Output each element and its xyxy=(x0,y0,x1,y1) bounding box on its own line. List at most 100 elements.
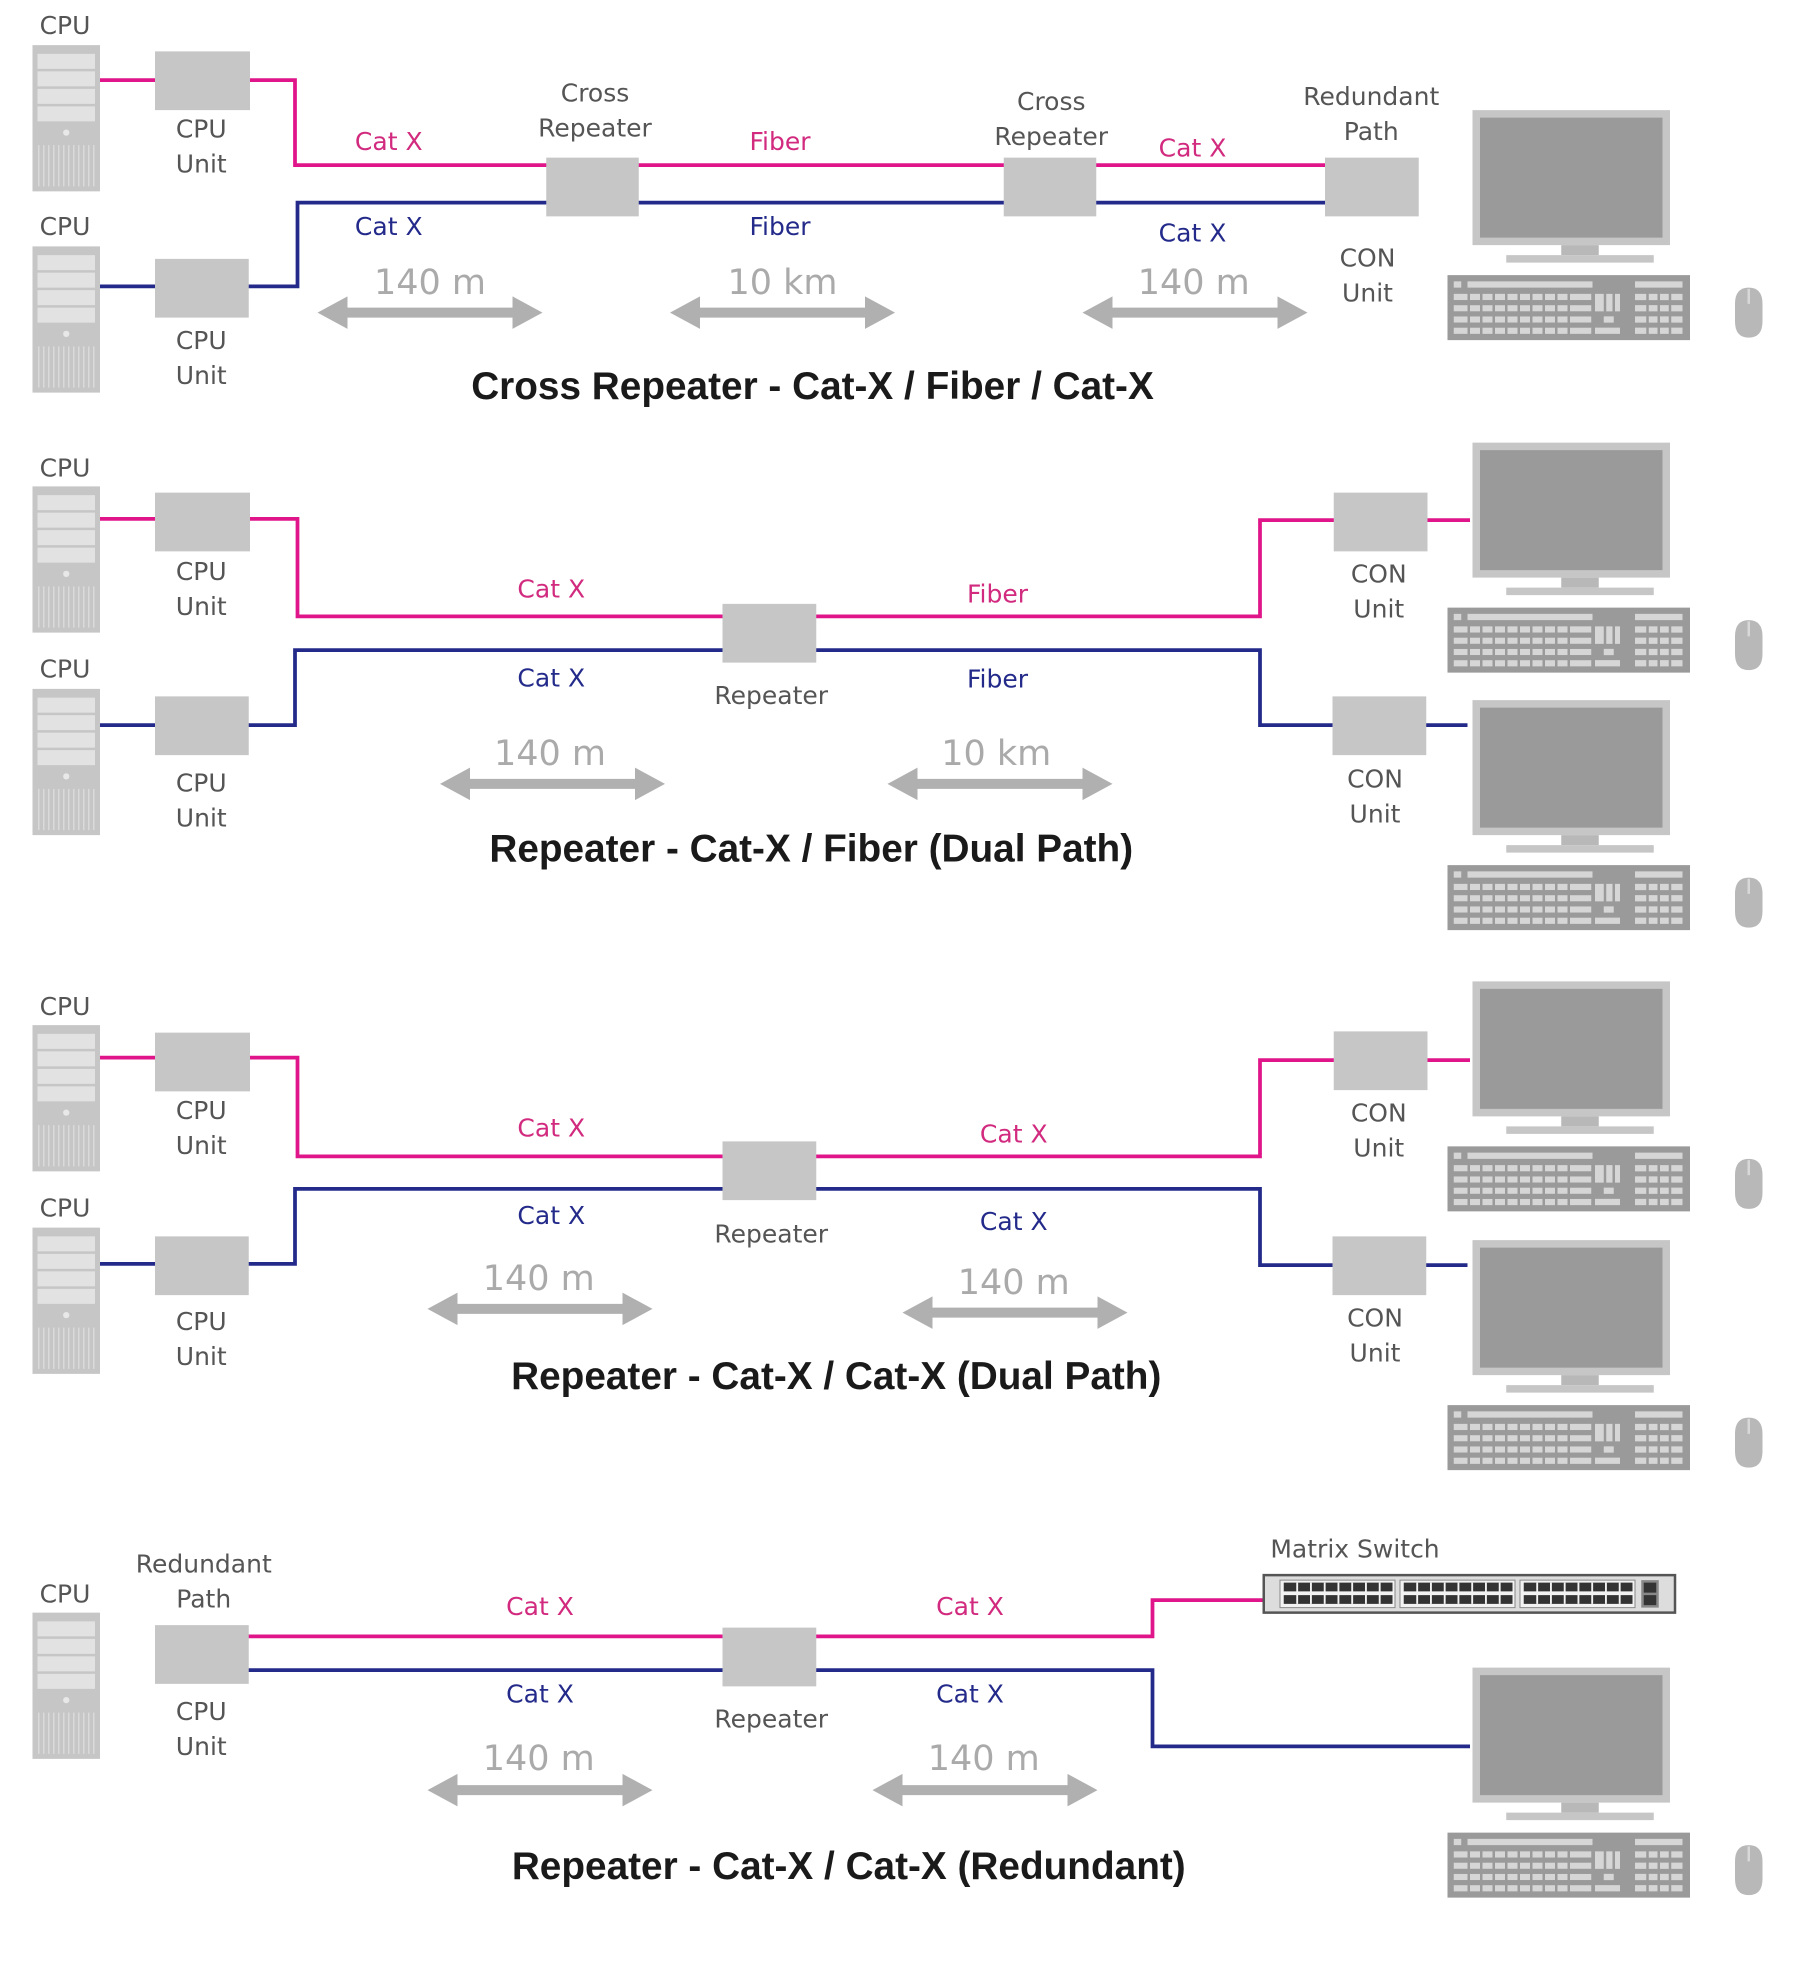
matrix-switch-label: Matrix Switch xyxy=(1270,1535,1439,1564)
cpu-tower-icon xyxy=(31,1611,101,1760)
distance-label: 140 m xyxy=(374,263,486,303)
con-unit-box xyxy=(1332,696,1427,756)
cpu-tower-icon xyxy=(31,44,101,193)
con-unit-box xyxy=(1332,1236,1427,1296)
cpu-label: CPU xyxy=(40,992,91,1021)
cable-label: Fiber xyxy=(749,212,811,241)
matrix-switch-icon xyxy=(1262,1573,1677,1614)
cpu-tower-icon xyxy=(31,688,101,836)
cross-repeater-box xyxy=(1003,157,1097,217)
cpu-label: CPU xyxy=(40,1580,91,1609)
cable-label: Cat X xyxy=(1159,218,1227,247)
repeater-label: Cross xyxy=(1017,87,1086,116)
distance-label: 140 m xyxy=(494,734,606,774)
diagram-repeater-catx-dual: CPU CPU CPU Unit CPU Unit Repeater CON U… xyxy=(31,980,1764,1472)
cpu-unit-label: Unit xyxy=(176,1732,227,1761)
cable-label: Cat X xyxy=(936,1680,1004,1709)
cpu-unit-label: Unit xyxy=(176,361,227,390)
cpu-unit-label: CPU xyxy=(176,557,227,586)
cable-label: Cat X xyxy=(355,127,423,156)
con-unit-box xyxy=(1333,1031,1428,1091)
repeater-label: Repeater xyxy=(714,1705,828,1734)
diagram-cross-repeater: CPU CPU CPU Unit CPU Unit Cross Repeater… xyxy=(31,11,1764,408)
cable-label: Cat X xyxy=(506,1680,574,1709)
cpu-tower-icon xyxy=(31,1024,101,1173)
cpu-unit-label: Unit xyxy=(176,803,227,832)
cpu-unit-box xyxy=(155,1032,250,1092)
cable-label: Cat X xyxy=(517,1201,585,1230)
cpu-tower-icon xyxy=(31,245,101,394)
con-unit-label: Unit xyxy=(1350,800,1401,829)
workstation-icon xyxy=(1446,108,1764,342)
con-unit-label: Unit xyxy=(1350,1338,1401,1367)
workstation-icon xyxy=(1446,1666,1764,1899)
redundant-path-label: Redundant xyxy=(136,1550,272,1579)
cpu-unit-label: Unit xyxy=(176,1342,227,1371)
cpu-unit-label: Unit xyxy=(176,1131,227,1160)
cable-label: Fiber xyxy=(749,127,811,156)
redundant-path-label: Path xyxy=(176,1585,231,1614)
cpu-label: CPU xyxy=(40,11,91,40)
cpu-unit-label: CPU xyxy=(176,115,227,144)
distance-label: 140 m xyxy=(483,1739,595,1779)
redundant-path-label: Redundant xyxy=(1303,82,1439,111)
repeater-box xyxy=(722,1141,817,1201)
cpu-tower-icon xyxy=(31,485,101,634)
cable-label: Cat X xyxy=(506,1592,574,1621)
cable-label: Cat X xyxy=(517,1113,585,1142)
workstation-icon xyxy=(1446,980,1764,1213)
cpu-unit-label: CPU xyxy=(176,768,227,797)
diagram-repeater-catx-redundant: CPU Redundant Path CPU Unit Repeater Mat… xyxy=(31,1535,1764,1899)
con-unit-label: CON xyxy=(1351,1098,1407,1127)
redundant-cpu-unit-box xyxy=(155,1625,249,1684)
cable-label: Cat X xyxy=(936,1592,1004,1621)
cable-label: Fiber xyxy=(967,665,1029,694)
cable-label: Cat X xyxy=(517,575,585,604)
cpu-tower-icon xyxy=(31,1226,101,1375)
diagram-repeater-fiber-dual: CPU CPU CPU Unit CPU Unit Repeater CON U… xyxy=(31,441,1764,932)
redundant-path-label: Path xyxy=(1344,117,1399,146)
diagram-title: Repeater - Cat-X / Cat-X (Redundant) xyxy=(512,1845,1186,1888)
repeater-label: Repeater xyxy=(714,1220,828,1249)
cpu-unit-box xyxy=(155,1236,249,1296)
con-unit-label: Unit xyxy=(1342,278,1393,307)
con-unit-box xyxy=(1333,492,1428,552)
cpu-label: CPU xyxy=(40,212,91,241)
con-unit-label: CON xyxy=(1347,1303,1403,1332)
workstation-icon xyxy=(1446,441,1764,674)
cable-label: Cat X xyxy=(1159,133,1227,162)
con-unit-label: CON xyxy=(1351,560,1407,589)
distance-label: 10 km xyxy=(727,263,837,303)
workstation-icon xyxy=(1446,1238,1764,1472)
repeater-box xyxy=(722,1627,817,1687)
distance-label: 140 m xyxy=(928,1739,1040,1779)
kvm-extension-diagram: CPU CPU CPU Unit CPU Unit Cross Repeater… xyxy=(31,11,1764,1899)
diagram-title: Repeater - Cat-X / Fiber (Dual Path) xyxy=(489,827,1133,870)
cable-label: Cat X xyxy=(517,663,585,692)
repeater-label: Repeater xyxy=(538,113,652,142)
cpu-label: CPU xyxy=(40,453,91,482)
cpu-unit-box xyxy=(155,258,249,318)
repeater-label: Repeater xyxy=(714,681,828,710)
diagram-title: Cross Repeater - Cat-X / Fiber / Cat-X xyxy=(471,365,1154,408)
cpu-unit-label: CPU xyxy=(176,326,227,355)
cpu-label: CPU xyxy=(40,655,91,684)
workstation-icon xyxy=(1446,698,1764,932)
cpu-label: CPU xyxy=(40,1193,91,1222)
cpu-unit-box xyxy=(155,696,249,756)
repeater-label: Repeater xyxy=(994,122,1108,151)
distance-label: 10 km xyxy=(941,734,1051,774)
con-unit-label: Unit xyxy=(1353,595,1404,624)
cable-label: Fiber xyxy=(967,580,1029,609)
distance-label: 140 m xyxy=(483,1259,595,1299)
con-unit-label: CON xyxy=(1347,765,1403,794)
cpu-unit-box xyxy=(155,492,250,552)
cpu-unit-box xyxy=(155,51,250,111)
redundant-con-unit-box xyxy=(1325,157,1419,217)
diagram-title: Repeater - Cat-X / Cat-X (Dual Path) xyxy=(511,1355,1161,1398)
cable-label: Cat X xyxy=(980,1120,1048,1149)
cable-label: Cat X xyxy=(980,1207,1048,1236)
cpu-unit-label: Unit xyxy=(176,150,227,179)
cpu-unit-label: Unit xyxy=(176,592,227,621)
cpu-unit-label: CPU xyxy=(176,1697,227,1726)
